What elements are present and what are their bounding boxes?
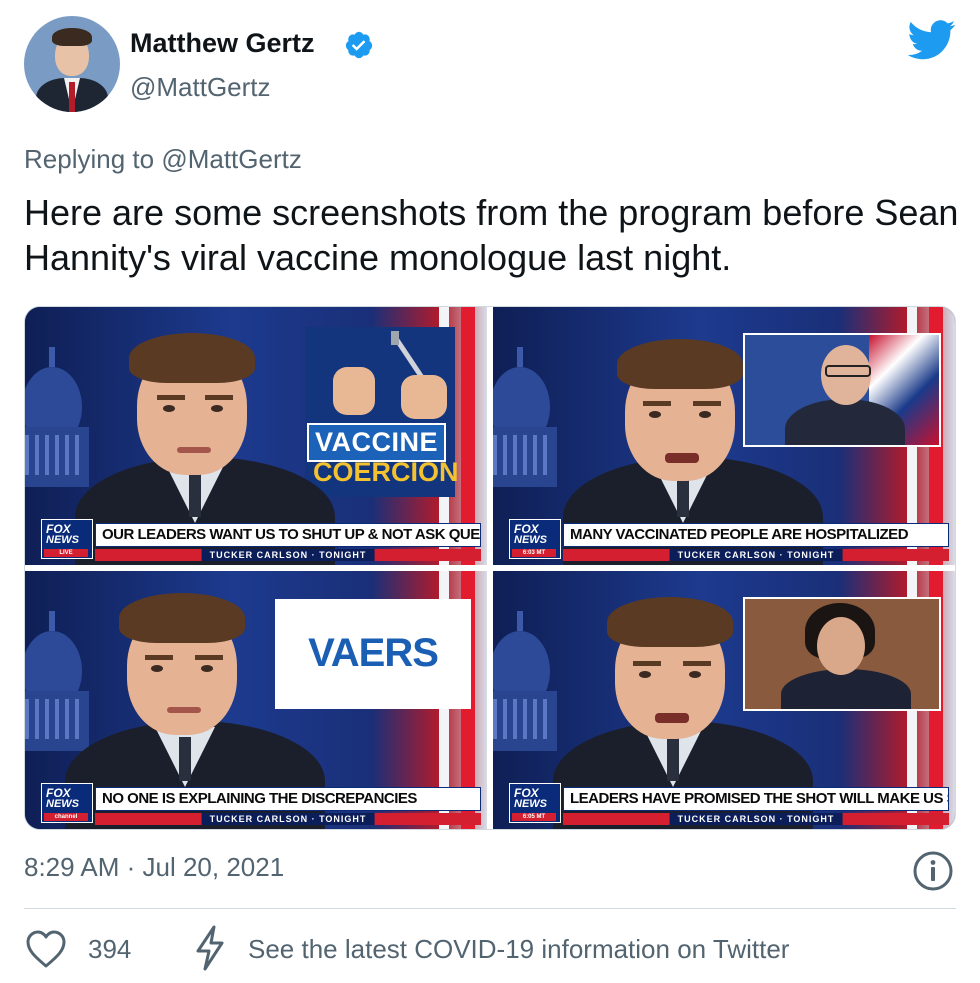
capitol-dome-graphic — [493, 611, 557, 751]
chyron-tag: 6:05 MT — [512, 813, 556, 821]
media-image-1[interactable]: VACCINE COERCION FOX NEWS LIVE OUR LEADER… — [25, 307, 487, 565]
chyron-tag: LIVE — [44, 549, 88, 557]
fox-news-logo: FOX NEWS LIVE — [41, 519, 93, 559]
chyron: FOX NEWS channel NO ONE IS EXPLAINING THE… — [25, 783, 487, 829]
chyron-show: TUCKER CARLSON · TONIGHT — [201, 549, 375, 561]
fox-news-logo: FOX NEWS channel — [41, 783, 93, 823]
inset-photo — [743, 597, 941, 711]
inset-photo — [743, 333, 941, 447]
media-image-3[interactable]: VAERS FOX NEWS channel NO ONE IS EXPLAINI… — [25, 571, 487, 829]
chyron-show: TUCKER CARLSON · TONIGHT — [669, 549, 843, 561]
info-icon[interactable] — [912, 850, 954, 892]
chyron: FOX NEWS LIVE OUR LEADERS WANT US TO SHUT… — [25, 519, 487, 565]
graphic-title-line2: COERCION — [313, 457, 459, 487]
chyron-headline: LEADERS HAVE PROMISED THE SHOT WILL MAKE… — [563, 787, 949, 811]
chyron-tag: 6:03 MT — [512, 549, 556, 557]
replying-prefix: Replying to — [24, 144, 155, 174]
reply-mention[interactable]: @MattGertz — [161, 144, 302, 174]
replying-to: Replying to @MattGertz — [24, 144, 302, 175]
vaers-graphic: VAERS — [275, 599, 471, 709]
author-handle[interactable]: @MattGertz — [130, 72, 271, 103]
chyron-tag: channel — [44, 813, 88, 821]
twitter-bird-icon[interactable] — [908, 20, 956, 60]
capitol-dome-graphic — [25, 611, 89, 751]
tweet-text: Here are some screenshots from the progr… — [24, 192, 959, 278]
chyron-headline: MANY VACCINATED PEOPLE ARE HOSPITALIZED — [563, 523, 949, 547]
chyron-show: TUCKER CARLSON · TONIGHT — [669, 813, 843, 825]
avatar[interactable] — [24, 16, 120, 112]
vaers-title: VAERS — [308, 631, 439, 675]
fox-news-logo: FOX NEWS 6:03 MT — [509, 519, 561, 559]
chyron: FOX NEWS 6:05 MT LEADERS HAVE PROMISED TH… — [493, 783, 955, 829]
fox-news-logo: FOX NEWS 6:05 MT — [509, 783, 561, 823]
media-grid[interactable]: VACCINE COERCION FOX NEWS LIVE OUR LEADER… — [24, 306, 956, 830]
tweet-timestamp[interactable]: 8:29 AM · Jul 20, 2021 — [24, 852, 284, 883]
capitol-dome-graphic — [25, 347, 89, 487]
covid-info-link[interactable]: See the latest COVID-19 information on T… — [248, 934, 789, 965]
media-image-4[interactable]: FOX NEWS 6:05 MT LEADERS HAVE PROMISED TH… — [493, 571, 955, 829]
capitol-dome-graphic — [493, 347, 557, 487]
lightning-bolt-icon — [196, 925, 224, 971]
like-count[interactable]: 394 — [88, 934, 131, 965]
chyron-headline: NO ONE IS EXPLAINING THE DISCREPANCIES — [95, 787, 481, 811]
verified-badge-icon — [345, 31, 373, 59]
author-name[interactable]: Matthew Gertz — [130, 28, 315, 59]
chyron-show: TUCKER CARLSON · TONIGHT — [201, 813, 375, 825]
heart-icon[interactable] — [24, 928, 68, 970]
footer-divider — [24, 908, 956, 909]
chyron: FOX NEWS 6:03 MT MANY VACCINATED PEOPLE A… — [493, 519, 955, 565]
media-image-2[interactable]: FOX NEWS 6:03 MT MANY VACCINATED PEOPLE A… — [493, 307, 955, 565]
chyron-headline: OUR LEADERS WANT US TO SHUT UP & NOT ASK… — [95, 523, 481, 547]
